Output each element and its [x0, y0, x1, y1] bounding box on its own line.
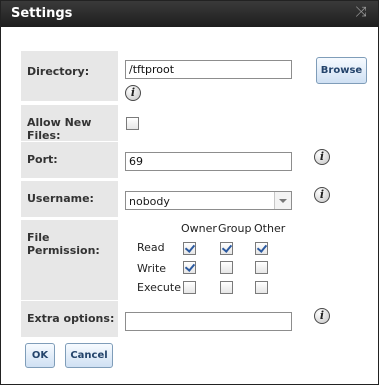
- username-label-cell: Username:: [21, 181, 118, 217]
- perm-read-other-checkbox[interactable]: [255, 242, 268, 255]
- settings-dialog: Settings ⤨ Directory: Browse Allow New F…: [0, 0, 379, 385]
- extra-options-label-cell: Extra options:: [21, 301, 118, 337]
- directory-label: Directory:: [27, 65, 90, 78]
- ok-button[interactable]: OK: [25, 343, 55, 368]
- perm-read-group-checkbox[interactable]: [220, 242, 233, 255]
- file-permission-label-cell: File Permission:: [21, 220, 118, 300]
- title-bar[interactable]: Settings ⤨: [1, 1, 378, 27]
- port-label: Port:: [27, 153, 58, 166]
- info-icon[interactable]: [125, 85, 141, 101]
- cancel-button[interactable]: Cancel: [65, 343, 113, 368]
- username-select[interactable]: nobody: [125, 191, 292, 210]
- port-input[interactable]: [125, 152, 292, 171]
- perm-row-execute: Execute: [137, 281, 181, 294]
- directory-input[interactable]: [125, 60, 292, 79]
- allow-new-files-label: Allow New Files:: [27, 116, 92, 142]
- perm-row-write: Write: [137, 262, 167, 275]
- perm-row-read: Read: [137, 241, 165, 254]
- perm-column-other: Other: [254, 222, 286, 235]
- perm-column-owner: Owner: [181, 222, 217, 235]
- browse-button[interactable]: Browse: [316, 57, 367, 84]
- info-icon[interactable]: [314, 308, 330, 324]
- dialog-title: Settings: [11, 6, 73, 21]
- username-label: Username:: [27, 192, 94, 205]
- extra-options-input[interactable]: [125, 312, 292, 331]
- directory-label-cell: Directory:: [21, 51, 118, 101]
- port-label-cell: Port:: [21, 142, 118, 178]
- info-icon[interactable]: [314, 187, 330, 203]
- file-permission-label: File Permission:: [27, 231, 100, 257]
- perm-write-owner-checkbox[interactable]: [183, 261, 196, 274]
- allow-new-files-checkbox[interactable]: [126, 117, 139, 130]
- allow-new-files-label-cell: Allow New Files:: [21, 105, 118, 142]
- chevron-down-icon[interactable]: [274, 192, 291, 209]
- username-value: nobody: [129, 195, 170, 208]
- perm-read-owner-checkbox[interactable]: [183, 242, 196, 255]
- perm-execute-other-checkbox[interactable]: [255, 281, 268, 294]
- perm-column-group: Group: [218, 222, 252, 235]
- extra-options-label: Extra options:: [27, 312, 115, 325]
- perm-execute-group-checkbox[interactable]: [220, 281, 233, 294]
- perm-execute-owner-checkbox[interactable]: [183, 281, 196, 294]
- info-icon[interactable]: [314, 149, 330, 165]
- perm-write-group-checkbox[interactable]: [220, 261, 233, 274]
- close-icon[interactable]: ⤨: [354, 5, 368, 19]
- perm-write-other-checkbox[interactable]: [255, 261, 268, 274]
